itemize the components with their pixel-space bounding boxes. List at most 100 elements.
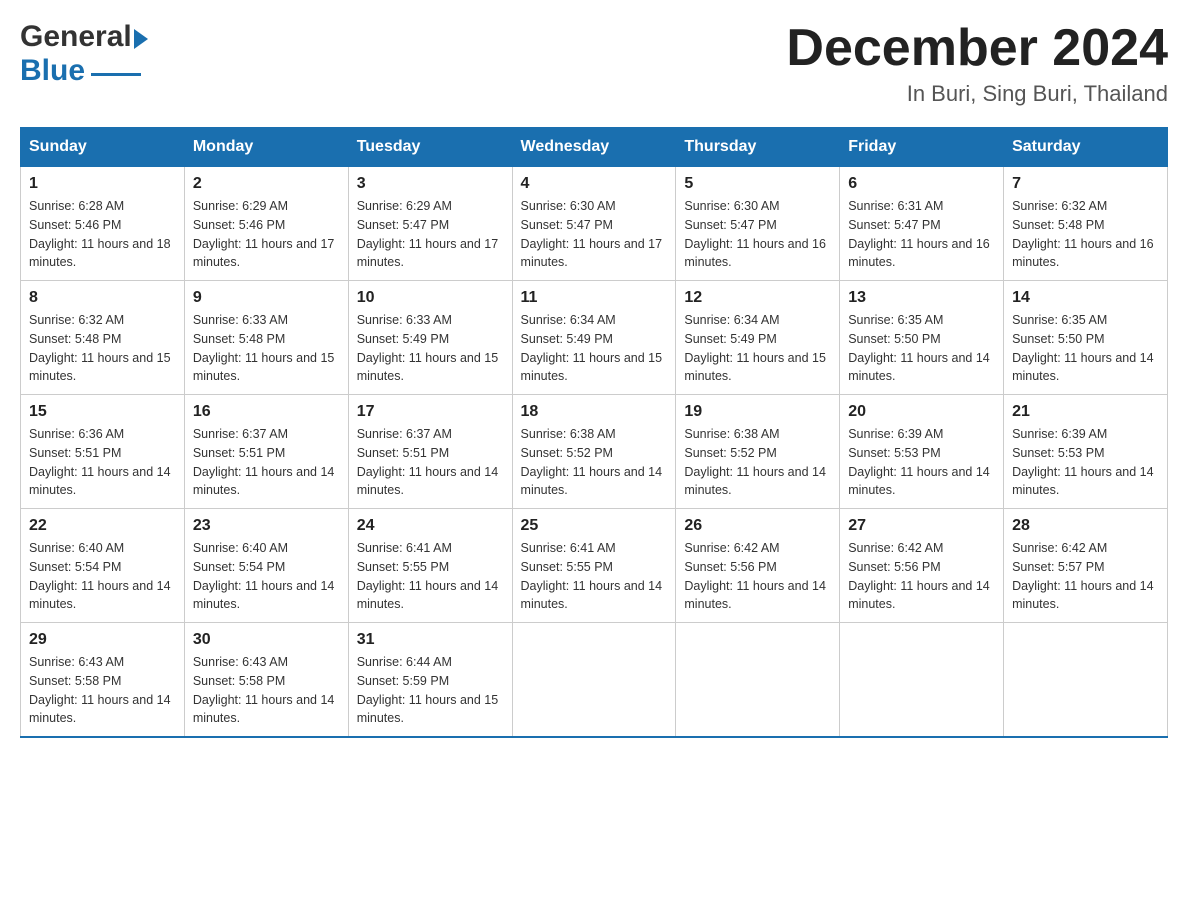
day-info: Sunrise: 6:42 AM Sunset: 5:57 PM Dayligh…	[1012, 539, 1159, 614]
table-row: 16 Sunrise: 6:37 AM Sunset: 5:51 PM Dayl…	[184, 395, 348, 509]
table-row: 28 Sunrise: 6:42 AM Sunset: 5:57 PM Dayl…	[1004, 509, 1168, 623]
calendar-week-row: 8 Sunrise: 6:32 AM Sunset: 5:48 PM Dayli…	[21, 281, 1168, 395]
day-number: 10	[357, 289, 504, 307]
logo-blue-underline	[91, 73, 141, 76]
day-number: 27	[848, 517, 995, 535]
table-row: 29 Sunrise: 6:43 AM Sunset: 5:58 PM Dayl…	[21, 623, 185, 738]
day-info: Sunrise: 6:33 AM Sunset: 5:49 PM Dayligh…	[357, 311, 504, 386]
table-row: 15 Sunrise: 6:36 AM Sunset: 5:51 PM Dayl…	[21, 395, 185, 509]
day-info: Sunrise: 6:41 AM Sunset: 5:55 PM Dayligh…	[357, 539, 504, 614]
day-number: 11	[521, 289, 668, 307]
day-info: Sunrise: 6:43 AM Sunset: 5:58 PM Dayligh…	[29, 653, 176, 728]
table-row: 5 Sunrise: 6:30 AM Sunset: 5:47 PM Dayli…	[676, 167, 840, 281]
day-number: 16	[193, 403, 340, 421]
col-tuesday: Tuesday	[348, 128, 512, 167]
table-row: 6 Sunrise: 6:31 AM Sunset: 5:47 PM Dayli…	[840, 167, 1004, 281]
day-number: 19	[684, 403, 831, 421]
day-info: Sunrise: 6:43 AM Sunset: 5:58 PM Dayligh…	[193, 653, 340, 728]
col-monday: Monday	[184, 128, 348, 167]
col-saturday: Saturday	[1004, 128, 1168, 167]
day-info: Sunrise: 6:38 AM Sunset: 5:52 PM Dayligh…	[684, 425, 831, 500]
table-row: 30 Sunrise: 6:43 AM Sunset: 5:58 PM Dayl…	[184, 623, 348, 738]
table-row: 17 Sunrise: 6:37 AM Sunset: 5:51 PM Dayl…	[348, 395, 512, 509]
day-info: Sunrise: 6:39 AM Sunset: 5:53 PM Dayligh…	[848, 425, 995, 500]
logo-blue-text: Blue	[20, 54, 85, 88]
day-info: Sunrise: 6:36 AM Sunset: 5:51 PM Dayligh…	[29, 425, 176, 500]
table-row: 20 Sunrise: 6:39 AM Sunset: 5:53 PM Dayl…	[840, 395, 1004, 509]
day-info: Sunrise: 6:32 AM Sunset: 5:48 PM Dayligh…	[29, 311, 176, 386]
day-number: 20	[848, 403, 995, 421]
day-number: 28	[1012, 517, 1159, 535]
table-row: 10 Sunrise: 6:33 AM Sunset: 5:49 PM Dayl…	[348, 281, 512, 395]
day-number: 25	[521, 517, 668, 535]
day-info: Sunrise: 6:41 AM Sunset: 5:55 PM Dayligh…	[521, 539, 668, 614]
day-info: Sunrise: 6:40 AM Sunset: 5:54 PM Dayligh…	[29, 539, 176, 614]
location-subtitle: In Buri, Sing Buri, Thailand	[786, 81, 1168, 107]
page-header: General Blue December 2024 In Buri, Sing…	[20, 20, 1168, 107]
col-thursday: Thursday	[676, 128, 840, 167]
day-number: 2	[193, 175, 340, 193]
table-row: 9 Sunrise: 6:33 AM Sunset: 5:48 PM Dayli…	[184, 281, 348, 395]
logo-arrow-icon	[134, 29, 148, 49]
day-number: 31	[357, 631, 504, 649]
calendar-week-row: 15 Sunrise: 6:36 AM Sunset: 5:51 PM Dayl…	[21, 395, 1168, 509]
table-row: 31 Sunrise: 6:44 AM Sunset: 5:59 PM Dayl…	[348, 623, 512, 738]
day-info: Sunrise: 6:32 AM Sunset: 5:48 PM Dayligh…	[1012, 197, 1159, 272]
calendar-header-row: Sunday Monday Tuesday Wednesday Thursday…	[21, 128, 1168, 167]
day-info: Sunrise: 6:30 AM Sunset: 5:47 PM Dayligh…	[521, 197, 668, 272]
table-row: 2 Sunrise: 6:29 AM Sunset: 5:46 PM Dayli…	[184, 167, 348, 281]
day-number: 8	[29, 289, 176, 307]
table-row: 1 Sunrise: 6:28 AM Sunset: 5:46 PM Dayli…	[21, 167, 185, 281]
day-number: 18	[521, 403, 668, 421]
table-row: 18 Sunrise: 6:38 AM Sunset: 5:52 PM Dayl…	[512, 395, 676, 509]
table-row	[676, 623, 840, 738]
day-info: Sunrise: 6:39 AM Sunset: 5:53 PM Dayligh…	[1012, 425, 1159, 500]
day-number: 17	[357, 403, 504, 421]
day-info: Sunrise: 6:30 AM Sunset: 5:47 PM Dayligh…	[684, 197, 831, 272]
day-number: 29	[29, 631, 176, 649]
logo: General Blue	[20, 20, 150, 88]
day-number: 1	[29, 175, 176, 193]
day-number: 21	[1012, 403, 1159, 421]
table-row	[840, 623, 1004, 738]
table-row: 7 Sunrise: 6:32 AM Sunset: 5:48 PM Dayli…	[1004, 167, 1168, 281]
day-number: 7	[1012, 175, 1159, 193]
title-section: December 2024 In Buri, Sing Buri, Thaila…	[786, 20, 1168, 107]
logo-general-text: General	[20, 20, 132, 54]
table-row: 8 Sunrise: 6:32 AM Sunset: 5:48 PM Dayli…	[21, 281, 185, 395]
day-number: 23	[193, 517, 340, 535]
table-row: 21 Sunrise: 6:39 AM Sunset: 5:53 PM Dayl…	[1004, 395, 1168, 509]
month-title: December 2024	[786, 20, 1168, 77]
table-row: 23 Sunrise: 6:40 AM Sunset: 5:54 PM Dayl…	[184, 509, 348, 623]
table-row: 19 Sunrise: 6:38 AM Sunset: 5:52 PM Dayl…	[676, 395, 840, 509]
table-row: 3 Sunrise: 6:29 AM Sunset: 5:47 PM Dayli…	[348, 167, 512, 281]
calendar-week-row: 1 Sunrise: 6:28 AM Sunset: 5:46 PM Dayli…	[21, 167, 1168, 281]
day-number: 15	[29, 403, 176, 421]
day-number: 4	[521, 175, 668, 193]
day-info: Sunrise: 6:35 AM Sunset: 5:50 PM Dayligh…	[848, 311, 995, 386]
day-info: Sunrise: 6:29 AM Sunset: 5:46 PM Dayligh…	[193, 197, 340, 272]
day-number: 5	[684, 175, 831, 193]
day-info: Sunrise: 6:35 AM Sunset: 5:50 PM Dayligh…	[1012, 311, 1159, 386]
calendar-table: Sunday Monday Tuesday Wednesday Thursday…	[20, 127, 1168, 738]
day-info: Sunrise: 6:40 AM Sunset: 5:54 PM Dayligh…	[193, 539, 340, 614]
table-row: 14 Sunrise: 6:35 AM Sunset: 5:50 PM Dayl…	[1004, 281, 1168, 395]
calendar-week-row: 22 Sunrise: 6:40 AM Sunset: 5:54 PM Dayl…	[21, 509, 1168, 623]
day-info: Sunrise: 6:34 AM Sunset: 5:49 PM Dayligh…	[684, 311, 831, 386]
day-info: Sunrise: 6:29 AM Sunset: 5:47 PM Dayligh…	[357, 197, 504, 272]
day-number: 13	[848, 289, 995, 307]
table-row: 4 Sunrise: 6:30 AM Sunset: 5:47 PM Dayli…	[512, 167, 676, 281]
table-row: 25 Sunrise: 6:41 AM Sunset: 5:55 PM Dayl…	[512, 509, 676, 623]
col-sunday: Sunday	[21, 128, 185, 167]
day-number: 22	[29, 517, 176, 535]
day-info: Sunrise: 6:42 AM Sunset: 5:56 PM Dayligh…	[684, 539, 831, 614]
col-friday: Friday	[840, 128, 1004, 167]
day-info: Sunrise: 6:37 AM Sunset: 5:51 PM Dayligh…	[193, 425, 340, 500]
day-number: 12	[684, 289, 831, 307]
day-info: Sunrise: 6:31 AM Sunset: 5:47 PM Dayligh…	[848, 197, 995, 272]
day-info: Sunrise: 6:33 AM Sunset: 5:48 PM Dayligh…	[193, 311, 340, 386]
table-row: 26 Sunrise: 6:42 AM Sunset: 5:56 PM Dayl…	[676, 509, 840, 623]
table-row: 12 Sunrise: 6:34 AM Sunset: 5:49 PM Dayl…	[676, 281, 840, 395]
day-info: Sunrise: 6:37 AM Sunset: 5:51 PM Dayligh…	[357, 425, 504, 500]
table-row: 13 Sunrise: 6:35 AM Sunset: 5:50 PM Dayl…	[840, 281, 1004, 395]
